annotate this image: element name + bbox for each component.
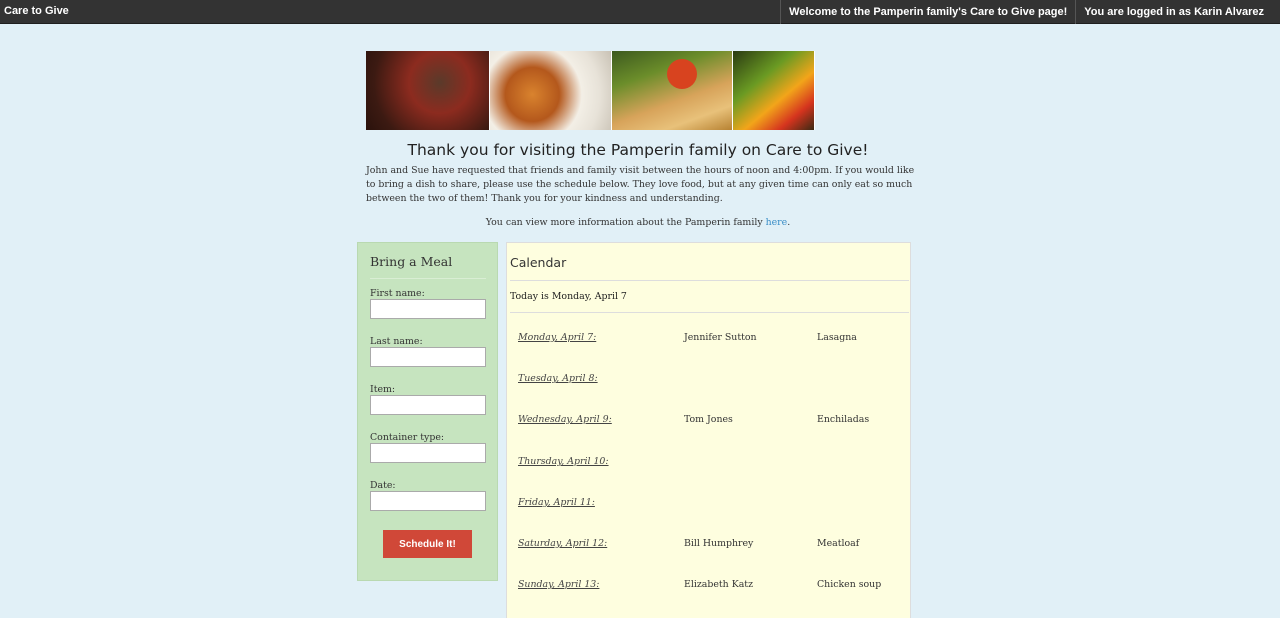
day-person: Jennifer Sutton bbox=[684, 332, 757, 343]
page-title: Thank you for visiting the Pamperin fami… bbox=[407, 141, 869, 159]
day-item: Lasagna bbox=[817, 332, 857, 343]
calendar-day-row: Monday, April 7: Jennifer Sutton Lasagna bbox=[507, 332, 910, 348]
calendar-day-row: Thursday, April 10: bbox=[507, 456, 910, 472]
day-date-link[interactable]: Thursday, April 10: bbox=[518, 456, 609, 467]
calendar-day-row: Tuesday, April 8: bbox=[507, 373, 910, 389]
first-name-input[interactable] bbox=[370, 299, 486, 319]
calendar-title: Calendar bbox=[510, 255, 567, 270]
intro-text: John and Sue have requested that friends… bbox=[366, 165, 915, 204]
more-info-suffix: . bbox=[787, 217, 791, 228]
calendar-day-row: Friday, April 11: bbox=[507, 497, 910, 513]
spice-pot-image bbox=[366, 51, 490, 130]
item-label: Item: bbox=[370, 384, 396, 395]
calendar-day-row: Wednesday, April 9: Tom Jones Enchiladas bbox=[507, 414, 910, 430]
last-name-input[interactable] bbox=[370, 347, 486, 367]
day-date-link[interactable]: Wednesday, April 9: bbox=[518, 414, 612, 425]
day-item: Meatloaf bbox=[817, 538, 860, 549]
top-bar-right: Welcome to the Pamperin family's Care to… bbox=[780, 0, 1280, 24]
login-status[interactable]: You are logged in as Karin Alvarez bbox=[1075, 0, 1280, 24]
more-info-prefix: You can view more information about the … bbox=[485, 217, 766, 228]
day-person: Bill Humphrey bbox=[684, 538, 754, 549]
form-divider bbox=[370, 278, 486, 279]
day-date-link[interactable]: Saturday, April 12: bbox=[518, 538, 607, 549]
brand-link[interactable]: Care to Give bbox=[4, 5, 69, 17]
peppers-image bbox=[733, 51, 815, 130]
container-type-input[interactable] bbox=[370, 443, 486, 463]
container-type-label: Container type: bbox=[370, 432, 445, 443]
more-info-link[interactable]: here bbox=[766, 217, 788, 228]
curry-plate-image bbox=[490, 51, 612, 130]
day-item: Enchiladas bbox=[817, 414, 870, 425]
more-info-text: You can view more information about the … bbox=[366, 217, 910, 228]
date-input[interactable] bbox=[370, 491, 486, 511]
schedule-it-button[interactable]: Schedule It! bbox=[383, 530, 472, 558]
vegetables-bread-image bbox=[612, 51, 733, 130]
item-input[interactable] bbox=[370, 395, 486, 415]
calendar-panel: Calendar Today is Monday, April 7 Monday… bbox=[506, 242, 911, 618]
date-label: Date: bbox=[370, 480, 396, 491]
day-person: Elizabeth Katz bbox=[684, 579, 754, 590]
calendar-divider bbox=[510, 312, 909, 313]
form-title: Bring a Meal bbox=[370, 254, 453, 269]
top-bar: Care to Give Welcome to the Pamperin fam… bbox=[0, 0, 1280, 24]
last-name-label: Last name: bbox=[370, 336, 423, 347]
first-name-label: First name: bbox=[370, 288, 425, 299]
calendar-divider bbox=[510, 280, 909, 281]
calendar-day-row: Sunday, April 13: Elizabeth Katz Chicken… bbox=[507, 579, 910, 595]
day-date-link[interactable]: Sunday, April 13: bbox=[518, 579, 599, 590]
day-person: Tom Jones bbox=[684, 414, 733, 425]
calendar-day-row: Saturday, April 12: Bill Humphrey Meatlo… bbox=[507, 538, 910, 554]
day-date-link[interactable]: Tuesday, April 8: bbox=[518, 373, 598, 384]
day-date-link[interactable]: Monday, April 7: bbox=[518, 332, 596, 343]
day-item: Chicken soup bbox=[817, 579, 882, 590]
welcome-message: Welcome to the Pamperin family's Care to… bbox=[780, 0, 1075, 24]
bring-a-meal-form: Bring a Meal First name: Last name: Item… bbox=[357, 242, 498, 581]
food-banner bbox=[366, 51, 815, 130]
day-date-link[interactable]: Friday, April 11: bbox=[518, 497, 595, 508]
today-text: Today is Monday, April 7 bbox=[510, 291, 627, 302]
